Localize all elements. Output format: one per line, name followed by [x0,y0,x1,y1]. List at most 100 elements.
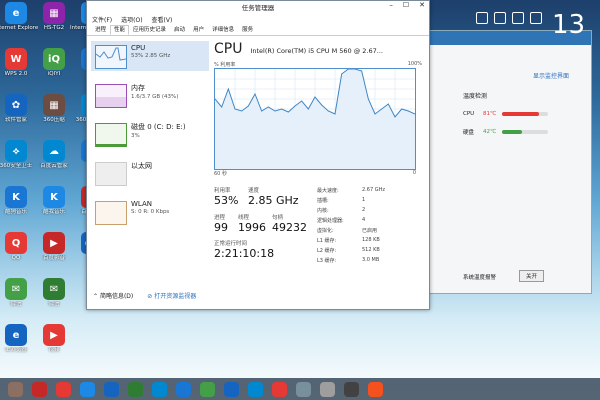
minimize-button[interactable]: – [389,1,393,9]
desktop-icon[interactable]: ✉ 微信 [32,278,76,308]
taskbar-app-icon[interactable] [80,381,95,397]
desktop-icon-label: 视频 [48,347,60,353]
cpu-point [401,108,403,110]
wlan-thumbnail [95,201,127,225]
tab-processes[interactable]: 进程 [91,25,110,35]
temperature-bar-fill [502,112,540,116]
close-button[interactable]: ✕ [419,1,425,9]
tab-bar: 进程 性能 应用历史记录 启动 用户 详细信息 服务 [87,25,429,36]
stat-handles: 句柄 49232 [272,213,307,234]
cpu-point [334,113,336,115]
spec-value: 已启用 [362,228,378,234]
taskbar-app-icon[interactable] [320,381,335,397]
temperature-row-value: 81℃ [483,111,497,117]
cpu-thumbnail [95,45,127,69]
spec-label: L1 缓存: [317,238,337,244]
minimize-icon[interactable] [512,12,524,24]
app-icon: W [5,48,27,70]
tab-details[interactable]: 详细信息 [208,25,238,35]
show-monitor-link[interactable]: 显示监控界面 [533,71,569,80]
cpu-specs: 最大速度: 2.67 GHz 插槽: 1 内核: 2 逻辑处理器: 4 虚拟化: 已启用 L1 缓存… [317,187,402,264]
sidebar-item-sub: 1.6/3.7 GB (43%) [131,94,179,100]
stat-value: 1996 [238,221,266,234]
taskbar-app-icon[interactable] [8,381,23,397]
sidebar-item-name: 以太网 [131,162,152,170]
taskbar-app-icon[interactable] [224,381,239,397]
sidebar-item-disk[interactable]: 磁盘 0 (C: D: E:) 3% [91,119,209,149]
taskbar-app-icon[interactable] [32,381,47,397]
spec-value: 512 KB [362,247,380,253]
taskbar-app-icon[interactable] [368,381,383,397]
cpu-point [254,93,256,95]
spec-value: 2.67 GHz [362,187,385,193]
taskbar-app-icon[interactable] [56,381,71,397]
gear-icon[interactable] [494,12,506,24]
graph-min: 0 [412,170,416,176]
sidebar-item-memory[interactable]: 内存 1.6/3.7 GB (43%) [91,80,209,110]
cpu-point [241,110,243,112]
stat-label: 线程 [238,215,250,221]
cpu-point [387,103,389,105]
stat-processes: 进程 99 [214,213,228,234]
tab-startup[interactable]: 启动 [170,25,189,35]
desktop-icon-label: 微信 [48,301,60,307]
tab-users[interactable]: 用户 [189,25,208,35]
taskbar-app-icon[interactable] [200,381,215,397]
taskbar-app-icon[interactable] [272,381,287,397]
stat-value: 2.85 GHz [248,194,299,207]
alarm-label: 系统温度报警 [463,275,497,281]
sidebar-item-sub: 53% 2.85 GHz [131,53,171,59]
cpu-point [381,108,383,110]
menu-options[interactable]: 选项(O) [121,15,142,24]
stat-value: 99 [214,221,228,234]
sidebar-item-cpu[interactable]: CPU 53% 2.85 GHz [91,41,209,71]
cpu-point [261,110,263,112]
cpu-point [394,116,396,118]
sidebar-item-ethernet[interactable]: 以太网 [91,158,209,188]
maximize-button[interactable]: ☐ [403,1,409,9]
spec-label: L2 缓存: [317,248,337,254]
menu-file[interactable]: 文件(F) [92,15,112,24]
fewer-details-button[interactable]: ⌃ 简略信息(D) [93,291,133,300]
taskbar-app-icon[interactable] [104,381,119,397]
graph-time: 60 秒 [214,171,227,177]
cpu-model: Intel(R) Core(TM) i5 CPU M 560 @ 2.67... [250,47,383,55]
app-icon: e [5,2,27,24]
temperature-window: 显示监控界面 温度检测 CPU 81℃ 硬盘 42℃ 系统温度报警 关开 [420,30,592,294]
graph-label: % 利用率 [214,62,236,68]
cpu-point [215,98,216,100]
stat-label: 句柄 [272,215,284,221]
tab-app-history[interactable]: 应用历史记录 [129,25,170,35]
close-icon[interactable] [530,12,542,24]
taskbar-app-icon[interactable] [176,381,191,397]
cpu-point [374,113,376,115]
cpu-point [301,100,303,102]
ethernet-thumbnail [95,162,127,186]
taskbar-app-icon[interactable] [152,381,167,397]
taskbar-app-icon[interactable] [344,381,359,397]
cpu-point [327,110,329,112]
sidebar-item-wlan[interactable]: WLAN S: 0 R: 0 Kbps [91,197,209,227]
sidebar-item-name: CPU [131,44,146,52]
tab-services[interactable]: 服务 [238,25,257,35]
alarm-toggle-button[interactable]: 关开 [519,270,545,282]
desktop-clock: 13 [552,10,586,40]
phone-icon[interactable] [476,12,488,24]
stat-label: 利用率 [214,188,231,194]
tab-performance[interactable]: 性能 [110,25,130,35]
open-resource-monitor-link[interactable]: ⊘ 打开资源监视器 [147,291,196,300]
taskbar-app-icon[interactable] [248,381,263,397]
cpu-point [281,108,283,110]
cpu-utilization-graph [214,68,416,170]
graph-max: 100% [407,61,422,67]
desktop-icon[interactable]: ▶ 视频 [32,324,76,354]
taskbar-app-icon[interactable] [128,381,143,397]
temperature-row-value: 42℃ [483,129,497,135]
app-icon: ▦ [43,2,65,24]
title-bar: 任务管理器 – ☐ ✕ [87,1,429,13]
menu-view[interactable]: 查看(V) [152,15,173,24]
cpu-point [227,88,229,90]
cpu-point [341,73,343,75]
spec-value: 3.0 MB [362,257,380,263]
taskbar-app-icon[interactable] [296,381,311,397]
